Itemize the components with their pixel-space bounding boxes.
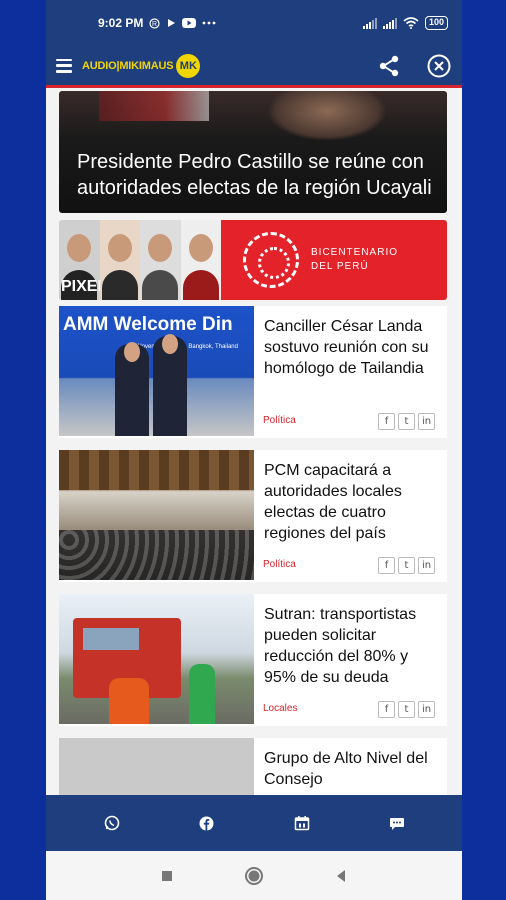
app-header: AUDIO|MIKIMAUS MK: [46, 46, 462, 88]
share-buttons: f t in: [378, 413, 435, 430]
banner-overlay-text: PIXEL: [61, 278, 100, 295]
banner-brand: BICENTENARIO DEL PERÚ: [221, 220, 447, 300]
bottom-navigation: [46, 795, 462, 851]
app-logo[interactable]: AUDIO|MIKIMAUS MK: [82, 53, 201, 78]
article-card[interactable]: PCM capacitará a autoridades locales ele…: [59, 450, 447, 582]
article-title: Sutran: transportistas pueden solicitar …: [264, 606, 417, 686]
phone-screen: 9:02 PM R 100 AUDIO|MIKIMAUS MK Presiden…: [46, 0, 462, 900]
article-category[interactable]: Política: [263, 559, 296, 570]
article-category[interactable]: Política: [263, 415, 296, 426]
linkedin-share-icon[interactable]: in: [418, 701, 435, 718]
system-navigation-bar: [46, 851, 462, 900]
battery-level: 100: [424, 16, 448, 30]
share-buttons: f t in: [378, 557, 435, 574]
twitter-share-icon[interactable]: t: [398, 413, 415, 430]
close-icon[interactable]: [426, 53, 452, 79]
banner-photos: PIXEL: [59, 220, 221, 300]
facebook-share-icon[interactable]: f: [378, 701, 395, 718]
article-thumbnail: [59, 450, 254, 580]
status-bar: 9:02 PM R 100: [46, 0, 462, 46]
article-thumbnail: AMM Welcome Din 16 November 2022 ... Ban…: [59, 306, 254, 436]
thumbnail-caption: AMM Welcome Din: [63, 314, 233, 335]
chat-icon[interactable]: [386, 812, 408, 834]
logo-text: AUDIO|MIKIMAUS: [82, 59, 174, 72]
youtube-icon: [182, 18, 197, 28]
linkedin-share-icon[interactable]: in: [418, 557, 435, 574]
share-icon[interactable]: [376, 53, 402, 79]
article-card[interactable]: Sutran: transportistas pueden solicitar …: [59, 594, 447, 726]
banner-brand-line1: BICENTENARIO: [311, 247, 399, 258]
banner-face: [180, 220, 221, 300]
home-icon[interactable]: [244, 866, 264, 886]
article-card[interactable]: Grupo de Alto Nivel del Consejo: [59, 738, 447, 795]
twitter-share-icon[interactable]: t: [398, 557, 415, 574]
status-time: 9:02 PM: [98, 16, 144, 30]
wifi-icon: [403, 17, 419, 29]
banner-face: [99, 220, 140, 300]
banner-face: PIXEL: [59, 220, 100, 300]
recents-icon[interactable]: [160, 869, 174, 883]
share-buttons: f t in: [378, 701, 435, 718]
svg-text:R: R: [152, 21, 157, 28]
article-title: Grupo de Alto Nivel del Consejo: [264, 750, 428, 788]
more-dots-icon: [202, 21, 216, 25]
linkedin-share-icon[interactable]: in: [418, 413, 435, 430]
back-icon[interactable]: [334, 869, 348, 883]
article-title: PCM capacitará a autoridades locales ele…: [264, 462, 402, 542]
article-title: Canciller César Landa sostuvo reunión co…: [264, 318, 429, 377]
logo-badge: MK: [176, 53, 201, 78]
twitter-share-icon[interactable]: t: [398, 701, 415, 718]
calendar-icon[interactable]: [291, 812, 313, 834]
news-feed[interactable]: Presidente Pedro Castillo se reúne con a…: [46, 91, 462, 795]
menu-icon[interactable]: [56, 58, 72, 73]
article-thumbnail: [59, 738, 254, 795]
banner-face: [140, 220, 181, 300]
bicentenario-banner[interactable]: PIXEL BICENTENARIO DEL PERÚ: [59, 220, 447, 300]
hero-title: Presidente Pedro Castillo se reúne con a…: [77, 151, 432, 199]
facebook-icon[interactable]: [196, 812, 218, 834]
whatsapp-icon[interactable]: [101, 812, 123, 834]
article-category[interactable]: Locales: [263, 703, 297, 714]
bicentenario-logo-icon: [243, 232, 299, 288]
article-card[interactable]: AMM Welcome Din 16 November 2022 ... Ban…: [59, 306, 447, 438]
signal-1-icon: [362, 17, 377, 29]
signal-2-icon: [382, 17, 397, 29]
hero-article[interactable]: Presidente Pedro Castillo se reúne con a…: [59, 91, 447, 213]
facebook-share-icon[interactable]: f: [378, 557, 395, 574]
banner-brand-line2: DEL PERÚ: [311, 261, 369, 272]
play-icon: [166, 18, 176, 28]
article-thumbnail: [59, 594, 254, 724]
facebook-share-icon[interactable]: f: [378, 413, 395, 430]
notification-icon: R: [149, 17, 160, 29]
